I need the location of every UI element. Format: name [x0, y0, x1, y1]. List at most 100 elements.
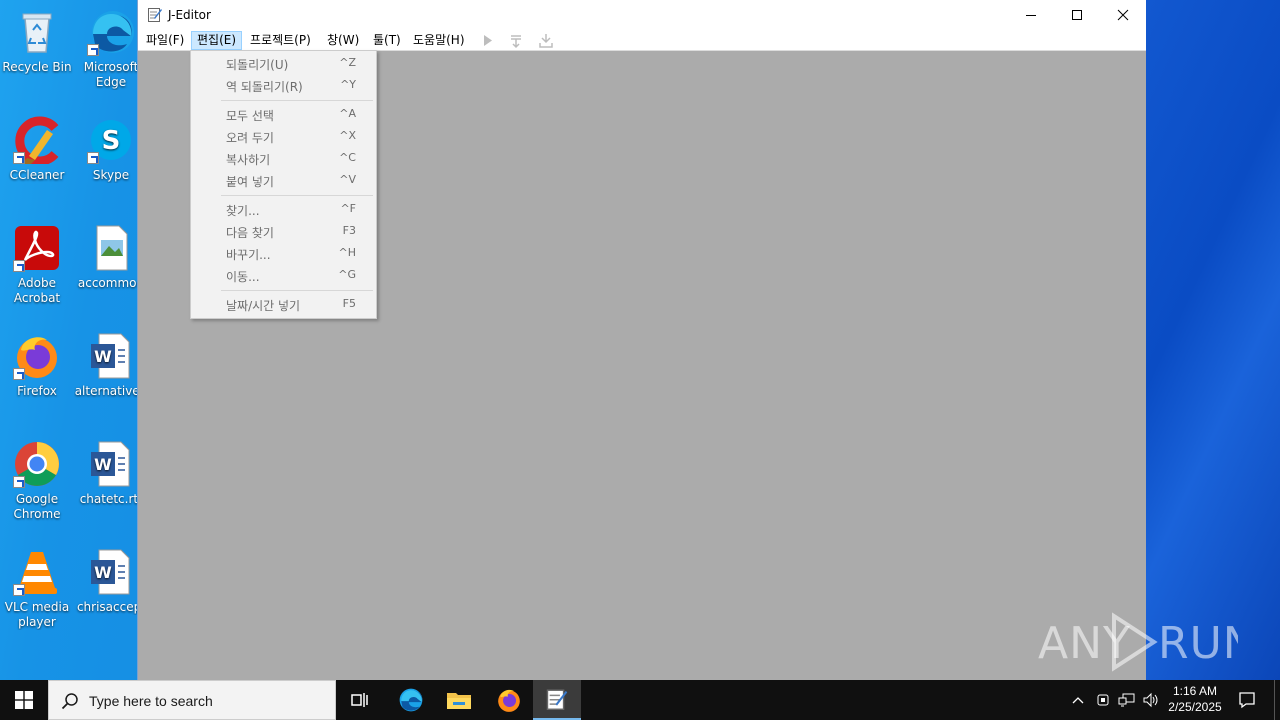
menu-separator — [221, 290, 373, 291]
windows-logo-icon — [15, 691, 33, 709]
svg-text:W: W — [94, 455, 112, 474]
deploy-toolbar-button[interactable] — [537, 32, 555, 49]
menu-item-cut[interactable]: 오려 두기 ^X — [193, 125, 374, 147]
menu-item-shortcut: ^C — [339, 151, 356, 164]
menu-item-find-next[interactable]: 다음 찾기 F3 — [193, 220, 374, 242]
search-icon — [61, 693, 78, 710]
menu-item-goto[interactable]: 이동... ^G — [193, 264, 374, 286]
edit-menu-dropdown: 되돌리기(U) ^Z 역 되돌리기(R) ^Y 모두 선택 ^A 오려 두기 ^… — [190, 50, 377, 319]
anyrun-logo-icon: ANY RUN — [1038, 612, 1256, 672]
menu-item-undo[interactable]: 되돌리기(U) ^Z — [193, 52, 374, 74]
tray-volume-button[interactable] — [1140, 680, 1162, 720]
menu-help[interactable]: 도움말(H) — [408, 31, 470, 50]
run-toolbar-button[interactable] — [479, 32, 497, 49]
device-icon — [1097, 694, 1109, 706]
firefox-icon — [13, 332, 61, 380]
clock-time: 1:16 AM — [1172, 684, 1218, 698]
tray-overflow-button[interactable] — [1068, 680, 1088, 720]
show-desktop-button[interactable] — [1274, 680, 1280, 720]
desktop-icon-label: CCleaner — [9, 168, 65, 182]
desktop-icon-ccleaner[interactable]: CCleaner — [0, 116, 74, 183]
start-button[interactable] — [0, 680, 48, 720]
menu-item-insert-datetime[interactable]: 날짜/시간 넣기 F5 — [193, 293, 374, 315]
desktop-icon-label: Adobe Acrobat — [13, 276, 61, 305]
action-center-button[interactable] — [1232, 680, 1262, 720]
play-icon — [484, 35, 492, 46]
desktop-icon-acrobat[interactable]: Adobe Acrobat — [0, 224, 74, 306]
menu-window[interactable]: 창(W) — [322, 31, 364, 50]
edge-icon — [399, 688, 423, 712]
menu-item-redo[interactable]: 역 되돌리기(R) ^Y — [193, 74, 374, 96]
task-view-button[interactable] — [336, 680, 384, 720]
svg-text:S: S — [102, 126, 121, 156]
menu-tools[interactable]: 툴(T) — [368, 31, 406, 50]
menu-item-shortcut: ^A — [339, 107, 356, 120]
word-doc-icon: W — [87, 548, 135, 596]
shortcut-arrow-icon — [87, 44, 99, 56]
vlc-icon — [13, 548, 61, 596]
folder-icon — [447, 693, 471, 709]
desktop-icon-vlc[interactable]: VLC media player — [0, 548, 74, 630]
menu-item-label: 되돌리기(U) — [226, 58, 289, 72]
taskbar-search-box[interactable]: Type here to search — [48, 680, 336, 720]
menu-edit[interactable]: 편집(E) — [191, 31, 243, 50]
taskbar-edge[interactable] — [387, 680, 435, 720]
menu-item-shortcut: ^V — [339, 173, 356, 186]
menu-item-label: 바꾸기... — [226, 248, 271, 262]
menu-project[interactable]: 프로젝트(P) — [245, 31, 316, 50]
close-button[interactable] — [1100, 0, 1146, 30]
maximize-button[interactable] — [1054, 0, 1100, 30]
title-bar[interactable]: J-Editor — [138, 0, 1146, 30]
recycle-bin-icon — [13, 8, 61, 56]
menu-item-shortcut: ^X — [339, 129, 356, 142]
taskbar-firefox[interactable] — [485, 680, 533, 720]
shortcut-arrow-icon — [13, 152, 25, 164]
chrome-icon — [13, 440, 61, 488]
menu-item-label: 오려 두기 — [226, 131, 274, 145]
task-view-icon — [351, 693, 368, 707]
minimize-button[interactable] — [1008, 0, 1054, 30]
svg-text:RUN: RUN — [1158, 618, 1238, 669]
build-toolbar-button[interactable] — [507, 32, 525, 49]
tray-network-button[interactable] — [1116, 680, 1138, 720]
menu-item-select-all[interactable]: 모두 선택 ^A — [193, 103, 374, 125]
menu-item-find[interactable]: 찾기... ^F — [193, 198, 374, 220]
menu-item-label: 찾기... — [226, 204, 260, 218]
taskbar: Type here to search 1:16 AM 2/25/2025 — [0, 680, 1280, 720]
menu-item-label: 이동... — [226, 270, 260, 284]
firefox-icon — [498, 689, 520, 712]
desktop-icon-label: Recycle Bin — [2, 60, 72, 74]
taskbar-file-explorer[interactable] — [435, 680, 483, 720]
shortcut-arrow-icon — [87, 152, 99, 164]
menu-item-label: 다음 찾기 — [226, 226, 274, 240]
word-doc-icon: W — [87, 332, 135, 380]
chevron-up-icon — [1072, 697, 1084, 704]
menu-item-label: 모두 선택 — [226, 109, 274, 123]
editor-app-icon — [546, 689, 568, 710]
menu-file[interactable]: 파일(F) — [141, 31, 189, 50]
menu-separator — [221, 100, 373, 101]
menu-item-replace[interactable]: 바꾸기... ^H — [193, 242, 374, 264]
close-icon — [1117, 9, 1129, 21]
desktop-wallpaper — [1146, 0, 1280, 680]
maximize-icon — [1072, 10, 1082, 20]
menu-item-paste[interactable]: 붙여 넣기 ^V — [193, 169, 374, 191]
svg-text:W: W — [94, 563, 112, 582]
window-title: J-Editor — [168, 8, 211, 22]
ccleaner-icon — [13, 116, 61, 166]
tray-device-button[interactable] — [1092, 680, 1114, 720]
shortcut-arrow-icon — [13, 584, 25, 596]
desktop-icon-label: Firefox — [17, 384, 57, 398]
desktop-icon-recycle-bin[interactable]: Recycle Bin — [0, 8, 74, 75]
desktop-icon-chrome[interactable]: Google Chrome — [0, 440, 74, 522]
desktop-icon-label: Google Chrome — [13, 492, 61, 521]
menu-item-shortcut: ^F — [340, 202, 356, 215]
skype-icon: S — [87, 116, 135, 164]
menu-item-shortcut: F5 — [342, 297, 356, 310]
menu-bar: 파일(F) 편집(E) 프로젝트(P) 창(W) 툴(T) 도움말(H) — [138, 30, 1146, 51]
taskbar-j-editor[interactable] — [533, 680, 581, 720]
desktop-icon-firefox[interactable]: Firefox — [0, 332, 74, 399]
menu-item-copy[interactable]: 복사하기 ^C — [193, 147, 374, 169]
menu-item-label: 복사하기 — [226, 153, 271, 167]
taskbar-clock[interactable]: 1:16 AM 2/25/2025 — [1162, 683, 1228, 715]
